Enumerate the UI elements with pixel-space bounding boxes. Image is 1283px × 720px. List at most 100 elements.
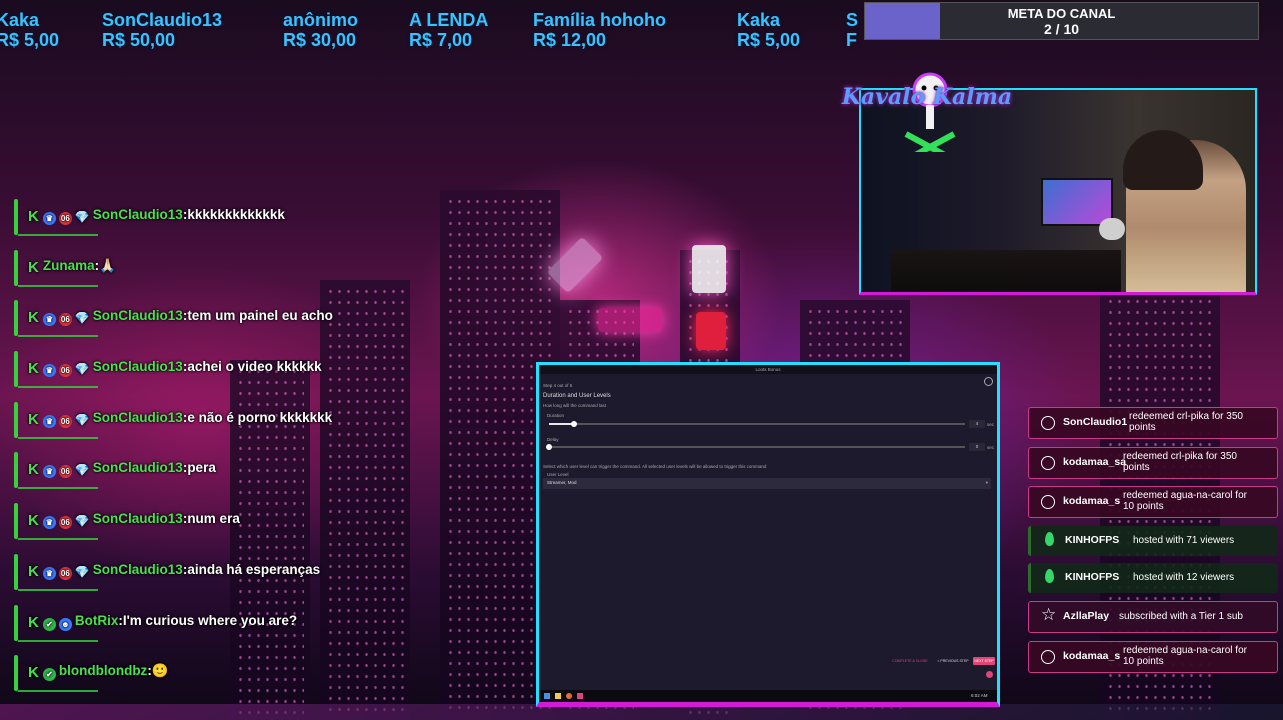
- event-item: kodamaa_s redeemed agua-na-carol for 10 p…: [1028, 486, 1278, 519]
- chat-text: I'm curious where you are?: [122, 612, 298, 628]
- duration-label: Duration: [547, 413, 565, 418]
- crown-badge-icon: ♛: [42, 516, 56, 530]
- complete-close-button[interactable]: COMPLETE & CLOSE: [891, 657, 929, 665]
- event-text: hosted with 71 viewers: [1133, 534, 1235, 546]
- command-settings-window: Loots Bonus Step 4 out of 5 Duration and…: [536, 362, 1000, 707]
- chat-username: SonClaudio13: [92, 207, 183, 222]
- webcam-desk: [891, 250, 1121, 292]
- verified-check-icon: ✔: [42, 668, 56, 682]
- kick-k-icon: K: [28, 664, 39, 682]
- chat-username: SonClaudio13: [92, 511, 183, 527]
- chat-username: SonClaudio13: [92, 359, 183, 375]
- chat-message: K ♛ 06 💎 SonClaudio13:ainda há esperanças: [14, 551, 454, 591]
- bot-badge-icon: ☻: [58, 617, 72, 631]
- delay-unit: sec: [987, 445, 995, 450]
- months-badge: 06: [58, 212, 72, 225]
- chat-text: tem um painel eu acho: [187, 308, 333, 324]
- close-icon[interactable]: [984, 377, 993, 386]
- start-icon[interactable]: [544, 693, 550, 699]
- chat-message: K Zunama:🙏🏻: [14, 247, 454, 287]
- chat-accent-bar: [14, 452, 18, 489]
- files-icon[interactable]: [555, 693, 561, 699]
- webcam-microphone: [1099, 218, 1125, 240]
- verified-check-icon: ✔: [42, 617, 56, 631]
- chat-accent-bar: [14, 503, 18, 540]
- chat-accent-line: [18, 234, 98, 236]
- donation-ticker: Kaka R$ 5,00 SonClaudio13 R$ 50,00 anônimo…: [0, 10, 860, 54]
- months-badge: 06: [58, 313, 72, 327]
- goal-title: META DO CANAL: [1007, 6, 1116, 21]
- ticker-item: anônimo R$ 30,00: [283, 10, 358, 50]
- neon-sign: [692, 245, 726, 293]
- duration-hint: How long will the command last: [543, 403, 607, 408]
- event-text: subscribed with a Tier 1 sub: [1119, 610, 1243, 622]
- delay-slider[interactable]: [546, 443, 965, 450]
- crown-badge-icon: ♛: [42, 313, 56, 327]
- kick-k-icon: K: [28, 562, 39, 580]
- delay-input[interactable]: 0: [969, 443, 985, 451]
- browser-icon[interactable]: [566, 693, 572, 699]
- chat-username: Zunama: [42, 257, 95, 273]
- duration-slider[interactable]: [549, 420, 965, 427]
- delay-slider-handle[interactable]: [546, 443, 552, 450]
- chat-message: K ♛ 06 💎 SonClaudio13:pera: [14, 449, 454, 490]
- next-step-button[interactable]: NEXT STEP: [973, 657, 995, 665]
- window-title: Loots Bonus: [539, 365, 997, 374]
- ticker-item: Família hohoho R$ 12,00: [533, 10, 666, 50]
- event-text: redeemed agua-na-carol for 10 points: [1123, 644, 1247, 667]
- event-text: redeemed crl-pika for 350 points: [1123, 450, 1237, 473]
- months-badge: 06: [58, 566, 72, 580]
- chat-text: achei o video kkkkkk: [187, 359, 322, 375]
- chat-username: SonClaudio13: [92, 308, 183, 324]
- chat-accent-line: [18, 487, 98, 490]
- user-level-label: User Level: [547, 472, 569, 477]
- app-icon[interactable]: [577, 693, 583, 699]
- step-indicator: Step 4 out of 5: [543, 383, 573, 388]
- diamond-icon: 💎: [74, 564, 90, 579]
- months-badge: 06: [58, 364, 72, 378]
- duration-unit: sec: [987, 422, 995, 427]
- months-badge: 06: [58, 414, 72, 428]
- chat-text: num era: [187, 511, 240, 527]
- chat-message-line: K Zunama:🙏🏻: [28, 257, 116, 275]
- chat-message-line: K ♛ 06 💎 SonClaudio13:e não é porno kkkkkkk: [28, 409, 332, 428]
- chat-message: K ♛ 06 💎 SonClaudio13:tem um painel eu acho: [14, 297, 454, 338]
- chat-username: blondblondbz: [58, 663, 148, 679]
- kick-k-icon: K: [28, 360, 39, 378]
- chat-text: pera: [187, 460, 216, 476]
- ticker-item: SonClaudio13 R$ 50,00: [102, 10, 223, 50]
- duration-input[interactable]: 4: [969, 420, 985, 428]
- kick-k-icon: K: [28, 613, 39, 631]
- chat-message: K ♛ 06 💎 SonClaudio13:achei o video kkkkkk: [14, 348, 454, 389]
- chat-message-line: K ♛ 06 💎 SonClaudio13:num era: [28, 510, 240, 530]
- points-icon: [1041, 495, 1055, 510]
- delay-label: Delay: [547, 437, 559, 442]
- help-icon[interactable]: [986, 671, 993, 678]
- diamond-icon: 💎: [74, 210, 90, 224]
- channel-goal: META DO CANAL 2 / 10: [864, 2, 1259, 40]
- neon-sign: [598, 308, 662, 332]
- event-user: kodamaa_sa: [1063, 455, 1127, 468]
- diamond-icon: 💎: [74, 311, 90, 326]
- ticker-item: SF: [846, 10, 859, 50]
- diamond-icon: 💎: [74, 362, 90, 377]
- chat-message: K ♛ 06 💎 SonClaudio13:kkkkkkkkkkkkk: [14, 196, 454, 236]
- event-text: redeemed agua-na-carol for 10 points: [1123, 490, 1247, 513]
- chat-message-line: K ✔ ☻ BotRix:I'm curious where you are?: [28, 612, 297, 631]
- chat-accent-line: [18, 639, 98, 642]
- previous-step-button[interactable]: < PREVIOUS STEP: [935, 657, 971, 665]
- chat-accent-bar: [14, 604, 18, 641]
- chat-message: K ✔ ☻ BotRix:I'm curious where you are?: [14, 602, 454, 642]
- points-icon: [1041, 455, 1055, 470]
- kick-k-icon: K: [28, 410, 39, 428]
- kick-k-icon: K: [28, 461, 39, 479]
- user-level-select[interactable]: Streamer, Mod ▾: [543, 478, 991, 489]
- crown-badge-icon: ♛: [42, 414, 56, 428]
- event-user: AzllaPlay: [1063, 609, 1110, 622]
- chat-accent-bar: [14, 249, 18, 286]
- crown-badge-icon: ♛: [42, 465, 56, 479]
- duration-slider-handle[interactable]: [570, 420, 577, 427]
- event-item: KINHOFPS hosted with 71 viewers: [1028, 525, 1278, 556]
- user-level-hint: Select which user level can trigger the …: [543, 464, 767, 469]
- ticker-item: Kaka R$ 5,00: [737, 10, 801, 50]
